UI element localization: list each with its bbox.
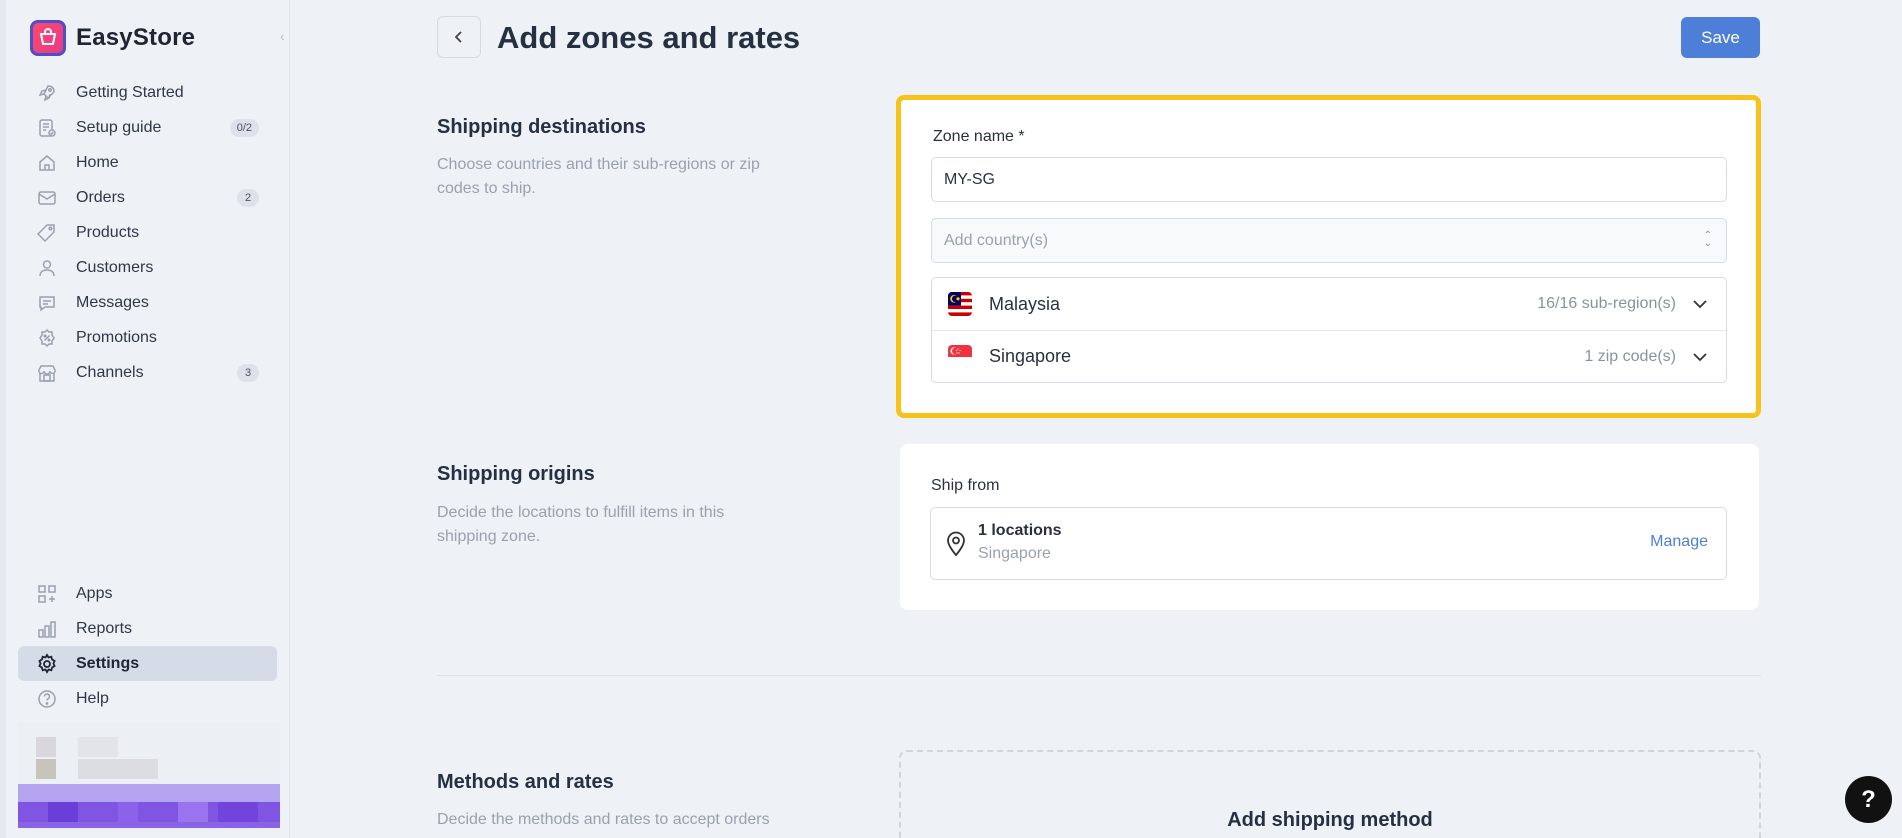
select-arrows-icon: ⌃ ⌄: [1703, 230, 1712, 249]
methods-rates-title: Methods and rates: [437, 771, 614, 793]
inbox-icon: [36, 187, 58, 209]
shipping-origins-title: Shipping origins: [437, 463, 595, 485]
sidebar-item-label: Settings: [76, 654, 140, 672]
promotion-icon: [36, 327, 58, 349]
gear-icon: [36, 652, 58, 675]
sidebar-item-messages[interactable]: Messages: [18, 285, 277, 320]
sidebar-item-home[interactable]: Home: [18, 145, 277, 180]
sidebar-item-setup-guide[interactable]: Setup guide 0/2: [18, 110, 277, 145]
store-icon: [36, 362, 58, 384]
chevron-down-icon[interactable]: [1692, 350, 1708, 364]
help-fab-button[interactable]: ?: [1845, 776, 1892, 823]
location-pin-icon: [947, 531, 965, 557]
country-region-count: 16/16 sub-region(s): [1537, 295, 1676, 312]
locations-count: 1 locations: [978, 522, 1062, 539]
shipping-destinations-description: Choose countries and their sub-regions o…: [437, 156, 760, 197]
manage-locations-link[interactable]: Manage: [1650, 533, 1708, 551]
user-icon: [36, 257, 58, 279]
checklist-icon: [36, 117, 58, 139]
rocket-icon: [36, 82, 58, 104]
add-shipping-method-button[interactable]: Add shipping method: [901, 809, 1759, 832]
country-zip-count: 1 zip code(s): [1584, 347, 1676, 365]
tag-icon: [36, 222, 58, 244]
zone-name-field[interactable]: MY-SG: [931, 157, 1727, 202]
country-name: Singapore: [989, 346, 1072, 366]
home-icon: [36, 152, 58, 174]
sidebar-item-label: Home: [76, 153, 119, 171]
sidebar-bottom-nav: Apps Reports Settings Help: [18, 576, 277, 716]
zone-name-label: Zone name *: [933, 128, 1025, 145]
sidebar-nav: Getting Started Setup guide 0/2 Home Ord…: [18, 75, 277, 390]
list-item-singapore[interactable]: Singapore 1 zip code(s): [932, 330, 1726, 382]
shipping-origins-description: Decide the locations to fulfill items in…: [437, 504, 725, 545]
sidebar-item-label: Reports: [76, 619, 133, 637]
sidebar: EasyStore ‹ Getting Started Setup guide …: [0, 0, 290, 838]
collapse-sidebar-icon[interactable]: ‹: [280, 28, 292, 44]
sidebar-item-getting-started[interactable]: Getting Started: [18, 75, 277, 110]
chevron-down-icon[interactable]: [1692, 297, 1708, 311]
sidebar-item-label: Setup guide: [76, 118, 162, 136]
brand-name: EasyStore: [76, 24, 196, 51]
shipping-destinations-title: Shipping destinations: [437, 116, 646, 138]
shipping-origins-card: Ship from 1 locations Singapore Manage: [900, 444, 1759, 610]
brand[interactable]: EasyStore: [30, 20, 195, 56]
ship-from-label: Ship from: [931, 477, 1000, 494]
add-country-select[interactable]: Add country(s) ⌃ ⌄: [931, 218, 1727, 263]
list-item-malaysia[interactable]: Malaysia 16/16 sub-region(s): [932, 278, 1726, 330]
count-badge: 2: [237, 189, 259, 207]
back-button[interactable]: [437, 16, 481, 58]
add-country-placeholder: Add country(s): [944, 232, 1049, 249]
add-shipping-method-card[interactable]: Add shipping method: [899, 750, 1761, 838]
sidebar-item-label: Apps: [76, 584, 113, 602]
sidebar-item-products[interactable]: Products: [18, 215, 277, 250]
country-list: Malaysia 16/16 sub-region(s) Singapore 1…: [931, 277, 1727, 383]
chat-icon: [36, 292, 58, 314]
sidebar-item-promotions[interactable]: Promotions: [18, 320, 277, 355]
sidebar-item-help[interactable]: Help: [18, 681, 277, 716]
malaysia-flag-icon: [948, 292, 972, 316]
count-badge: 0/2: [229, 119, 259, 137]
sidebar-edge: [0, 0, 6, 838]
zone-details-card: Zone name * MY-SG Add country(s) ⌃ ⌄ Mal…: [896, 95, 1761, 418]
account-switcher[interactable]: [18, 722, 280, 832]
location-name: Singapore: [978, 545, 1051, 562]
count-badge: 3: [237, 364, 259, 382]
chart-icon: [36, 618, 58, 640]
sidebar-item-channels[interactable]: Channels 3: [18, 355, 277, 390]
section-divider: [437, 675, 1761, 676]
sidebar-item-apps[interactable]: Apps: [18, 576, 277, 611]
sidebar-item-label: Help: [76, 689, 109, 707]
sidebar-item-customers[interactable]: Customers: [18, 250, 277, 285]
sidebar-item-reports[interactable]: Reports: [18, 611, 277, 646]
sidebar-item-label: Getting Started: [76, 83, 184, 101]
sidebar-item-label: Orders: [76, 188, 125, 206]
methods-rates-description: Decide the methods and rates to accept o…: [437, 811, 770, 828]
sidebar-item-settings[interactable]: Settings: [18, 646, 277, 681]
sidebar-item-label: Channels: [76, 363, 144, 381]
apps-icon: [36, 583, 58, 605]
sidebar-item-orders[interactable]: Orders 2: [18, 180, 277, 215]
help-icon: [36, 688, 58, 710]
locations-box: 1 locations Singapore Manage: [930, 507, 1727, 580]
save-button[interactable]: Save: [1681, 17, 1760, 58]
sidebar-item-label: Promotions: [76, 328, 157, 346]
sidebar-item-label: Products: [76, 223, 140, 241]
page-title: Add zones and rates: [497, 20, 801, 55]
chevron-left-icon: [454, 31, 462, 43]
singapore-flag-icon: [948, 344, 972, 369]
sidebar-item-label: Customers: [76, 258, 154, 276]
country-name: Malaysia: [989, 293, 1061, 314]
easystore-logo-icon: [30, 20, 66, 56]
sidebar-item-label: Messages: [76, 293, 149, 311]
